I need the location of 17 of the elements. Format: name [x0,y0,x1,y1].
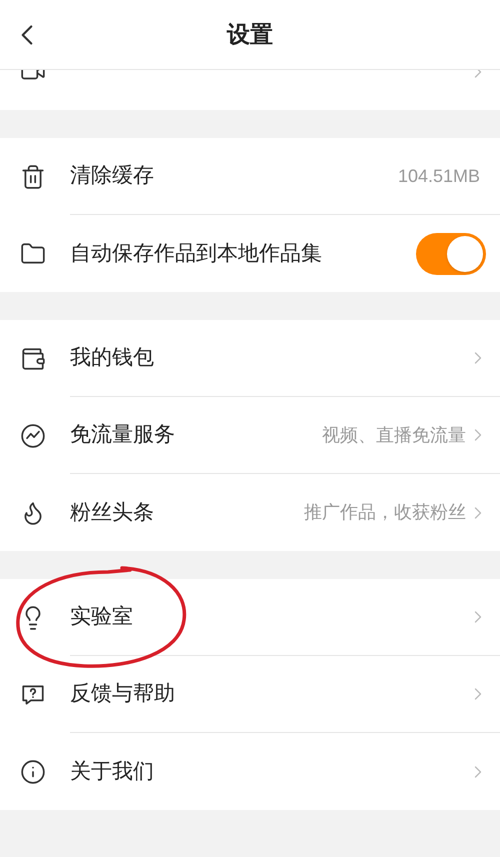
setting-label[interactable]: 清除缓存 [70,160,154,192]
info-icon [20,758,46,784]
setting-label[interactable]: 反馈与帮助 [70,678,175,710]
setting-value: 视频、直播免流量 [322,424,466,446]
setting-value: 推广作品，收获粉丝 [304,501,466,524]
toggle-switch[interactable] [416,232,486,274]
wallet-icon [20,346,46,372]
setting-label[interactable]: 我的钱包 [70,342,154,374]
setting-label[interactable]: 关于我们 [70,756,154,788]
setting-label[interactable]: 实验室 [70,601,133,633]
page-title: 设置 [227,20,273,50]
trend-circle-icon [20,422,46,448]
trash-icon [20,164,46,190]
setting-label[interactable]: 免流量服务 [70,419,175,451]
setting-label[interactable]: 粉丝头条 [70,496,154,528]
setting-value: 104.51MB [398,164,480,188]
folder-icon [20,240,46,266]
